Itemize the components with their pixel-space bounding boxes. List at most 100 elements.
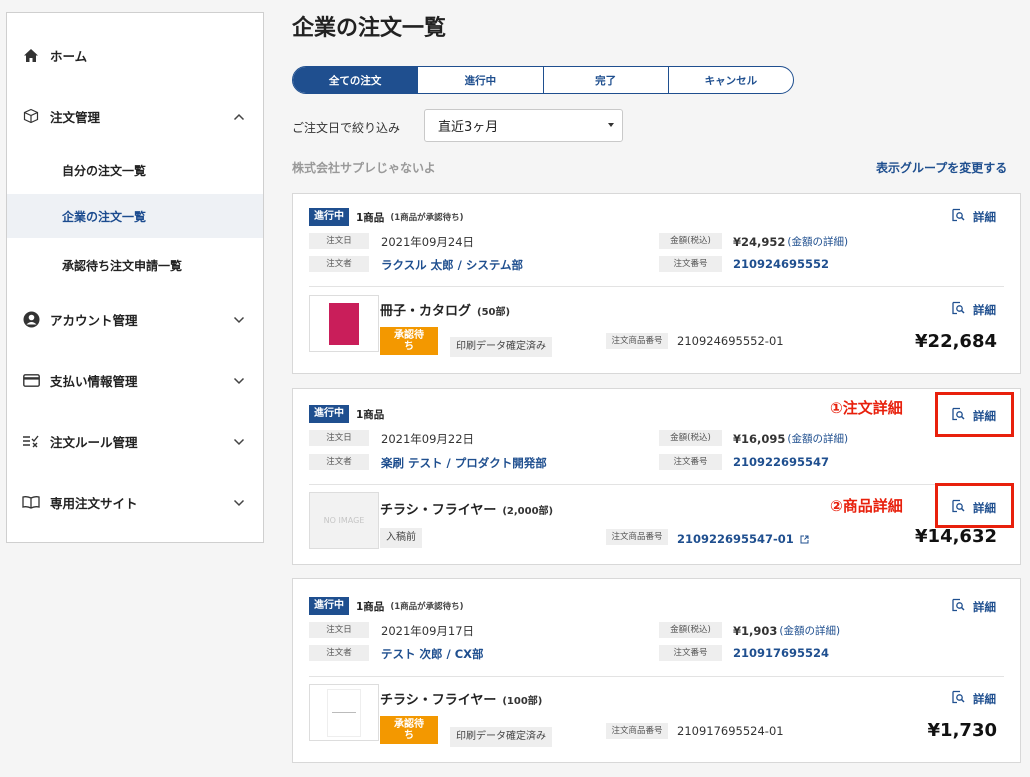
detail-label: 詳細 bbox=[973, 302, 996, 317]
tab-all-orders[interactable]: 全ての注文 bbox=[293, 67, 418, 93]
sidebar-subitem-label: 自分の注文一覧 bbox=[62, 163, 147, 178]
order-no-label: 注文番号 bbox=[659, 454, 722, 470]
item-count-note: (1商品が承認待ち) bbox=[390, 602, 464, 612]
date-filter-select[interactable]: 直近3ヶ月 bbox=[424, 109, 623, 142]
sidebar-item-home[interactable]: ホーム bbox=[7, 33, 263, 77]
order-card: 進行中 1商品 (1商品が承認待ち) 詳細 注文日 2021年09月17日 金額… bbox=[292, 578, 1021, 763]
production-state-badge: 入稿前 bbox=[380, 528, 422, 548]
order-card: 進行中 1商品 詳細 注文日 2021年09月22日 金額(税込) ¥16,09… bbox=[292, 388, 1021, 565]
sidebar-subitem-pending-approvals[interactable]: 承認待ち注文申請一覧 bbox=[7, 243, 263, 287]
divider bbox=[309, 676, 1004, 677]
product-quantity: (100部) bbox=[502, 696, 543, 707]
order-date-label: 注文日 bbox=[309, 622, 369, 638]
order-detail-link[interactable]: 詳細 bbox=[951, 598, 996, 615]
orderer-label: 注文者 bbox=[309, 645, 369, 661]
tab-completed[interactable]: 完了 bbox=[542, 67, 668, 93]
order-number: 210924695552 bbox=[733, 257, 830, 271]
detail-label: 詳細 bbox=[973, 209, 996, 224]
date-filter-label: ご注文日で絞り込み bbox=[292, 121, 401, 135]
order-date-value: 2021年09月22日 bbox=[381, 432, 475, 446]
status-badge: 進行中 bbox=[309, 208, 349, 226]
card-icon bbox=[22, 371, 40, 389]
sidebar-item-order-rules[interactable]: 注文ルール管理 bbox=[7, 419, 263, 463]
order-number: 210922695547 bbox=[733, 455, 830, 469]
detail-search-icon bbox=[951, 690, 965, 707]
annotation-box-product-detail bbox=[935, 483, 1014, 528]
order-detail-link[interactable]: 詳細 bbox=[951, 208, 996, 225]
sidebar: ホーム 注文管理 自分の注文一覧 企業の注文一覧 承認待ち注文申請一覧 アカウン… bbox=[6, 12, 264, 543]
page-title: 企業の注文一覧 bbox=[292, 16, 447, 41]
chevron-up-icon bbox=[233, 109, 245, 124]
product-detail-link[interactable]: 詳細 bbox=[951, 690, 996, 707]
sidebar-subitem-label: 企業の注文一覧 bbox=[62, 209, 147, 224]
product-detail-link[interactable]: 詳細 bbox=[951, 301, 996, 318]
detail-search-icon bbox=[951, 301, 965, 318]
product-price: ¥14,632 bbox=[915, 526, 997, 547]
item-no-label: 注文商品番号 bbox=[606, 723, 668, 739]
sidebar-subitem-my-orders[interactable]: 自分の注文一覧 bbox=[7, 148, 263, 192]
sidebar-subitem-company-orders[interactable]: 企業の注文一覧 bbox=[7, 194, 263, 238]
item-count-note: (1商品が承認待ち) bbox=[390, 213, 464, 223]
sidebar-item-label: 注文管理 bbox=[50, 109, 101, 125]
item-count: 1商品 bbox=[356, 408, 385, 421]
sidebar-item-account[interactable]: アカウント管理 bbox=[7, 297, 263, 341]
sidebar-item-label: 支払い情報管理 bbox=[50, 373, 138, 389]
product-price: ¥1,730 bbox=[927, 720, 997, 741]
company-name: 株式会社サプレじゃないよ bbox=[292, 161, 436, 175]
orderer-value: 楽刷 テスト / プロダクト開発部 bbox=[381, 456, 547, 470]
product-price: ¥22,684 bbox=[915, 331, 997, 352]
order-date-value: 2021年09月24日 bbox=[381, 235, 475, 249]
item-number: 210924695552-01 bbox=[677, 334, 784, 348]
chevron-down-icon bbox=[233, 373, 245, 388]
chevron-down-icon bbox=[233, 434, 245, 449]
annotation-product-detail: ②商品詳細 bbox=[830, 497, 903, 515]
divider bbox=[309, 484, 1004, 485]
sidebar-item-payment[interactable]: 支払い情報管理 bbox=[7, 358, 263, 402]
item-number-link[interactable]: 210922695547-01 bbox=[677, 532, 794, 546]
amount-detail-link[interactable]: (金額の詳細) bbox=[779, 623, 840, 638]
detail-search-icon bbox=[951, 598, 965, 615]
change-group-link[interactable]: 表示グループを変更する bbox=[876, 159, 1007, 176]
tab-cancelled[interactable]: キャンセル bbox=[667, 67, 793, 93]
sidebar-item-label: 注文ルール管理 bbox=[50, 434, 138, 450]
product-name: 冊子・カタログ bbox=[380, 304, 472, 319]
item-count: 1商品 bbox=[356, 211, 385, 224]
product-name: チラシ・フライヤー bbox=[380, 503, 497, 518]
home-icon bbox=[22, 46, 40, 64]
order-date-label: 注文日 bbox=[309, 233, 369, 249]
orderer-value: ラクスル 太郎 / システム部 bbox=[381, 258, 524, 272]
sidebar-subitem-label: 承認待ち注文申請一覧 bbox=[62, 258, 183, 273]
sidebar-item-label: ホーム bbox=[50, 48, 88, 64]
order-date-value: 2021年09月17日 bbox=[381, 624, 475, 638]
detail-search-icon bbox=[951, 208, 965, 225]
annotation-box-order-detail bbox=[935, 392, 1014, 437]
orderer-label: 注文者 bbox=[309, 454, 369, 470]
date-filter-value: 直近3ヶ月 bbox=[438, 120, 499, 135]
external-link-icon[interactable] bbox=[800, 529, 809, 548]
annotation-order-detail: ①注文詳細 bbox=[830, 399, 903, 417]
orderer-label: 注文者 bbox=[309, 256, 369, 272]
box-icon bbox=[22, 107, 40, 125]
production-state-badge: 印刷データ確定済み bbox=[450, 727, 552, 747]
account-icon bbox=[22, 310, 40, 328]
product-name: チラシ・フライヤー bbox=[380, 693, 497, 708]
amount-label: 金額(税込) bbox=[659, 430, 722, 446]
product-quantity: (2,000部) bbox=[502, 506, 554, 517]
order-card: 進行中 1商品 (1商品が承認待ち) 詳細 注文日 2021年09月24日 金額… bbox=[292, 193, 1021, 374]
sidebar-item-label: アカウント管理 bbox=[50, 312, 138, 328]
caret-down-icon bbox=[608, 123, 614, 127]
amount-detail-link[interactable]: (金額の詳細) bbox=[787, 431, 848, 446]
amount-label: 金額(税込) bbox=[659, 622, 722, 638]
sidebar-item-dedicated-site[interactable]: 専用注文サイト bbox=[7, 480, 263, 524]
sidebar-item-order-management[interactable]: 注文管理 bbox=[7, 94, 263, 138]
approval-pending-badge: 承認待ち bbox=[380, 716, 438, 744]
order-amount: ¥24,952 bbox=[733, 234, 786, 249]
order-number: 210917695524 bbox=[733, 646, 830, 660]
tab-in-progress[interactable]: 進行中 bbox=[417, 67, 542, 93]
status-badge: 進行中 bbox=[309, 405, 349, 423]
orderer-value: テスト 次郎 / CX部 bbox=[381, 647, 484, 661]
item-count: 1商品 bbox=[356, 600, 385, 613]
divider bbox=[309, 286, 1004, 287]
amount-detail-link[interactable]: (金額の詳細) bbox=[787, 234, 848, 249]
detail-label: 詳細 bbox=[973, 691, 996, 706]
